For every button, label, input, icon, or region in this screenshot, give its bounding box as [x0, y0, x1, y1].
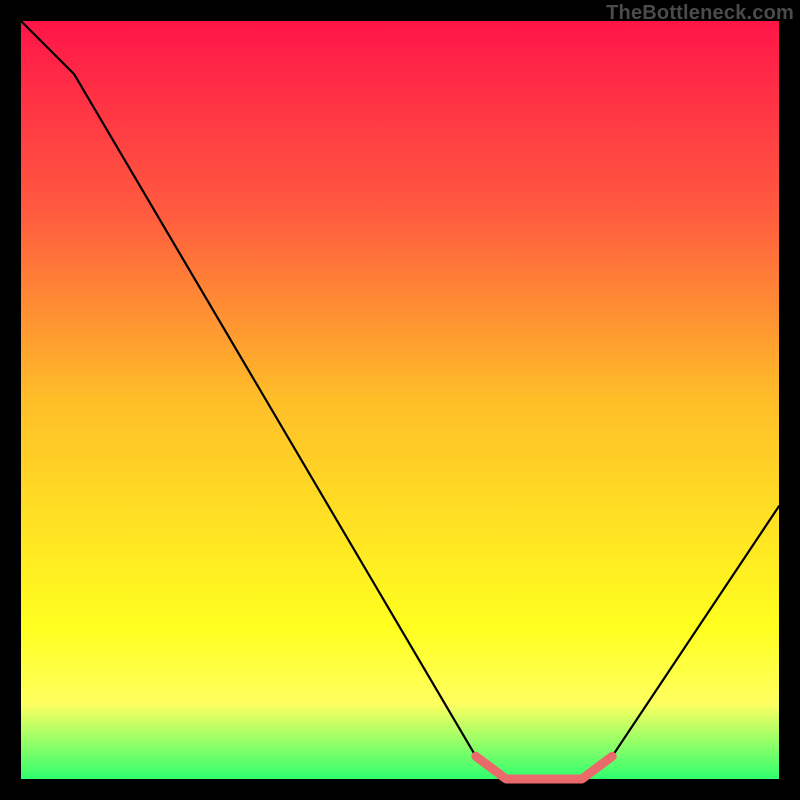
highlight-segment — [476, 756, 612, 779]
plot-area — [21, 21, 779, 779]
curve-line — [21, 21, 779, 779]
chart-svg — [21, 21, 779, 779]
watermark-text: TheBottleneck.com — [606, 2, 794, 25]
